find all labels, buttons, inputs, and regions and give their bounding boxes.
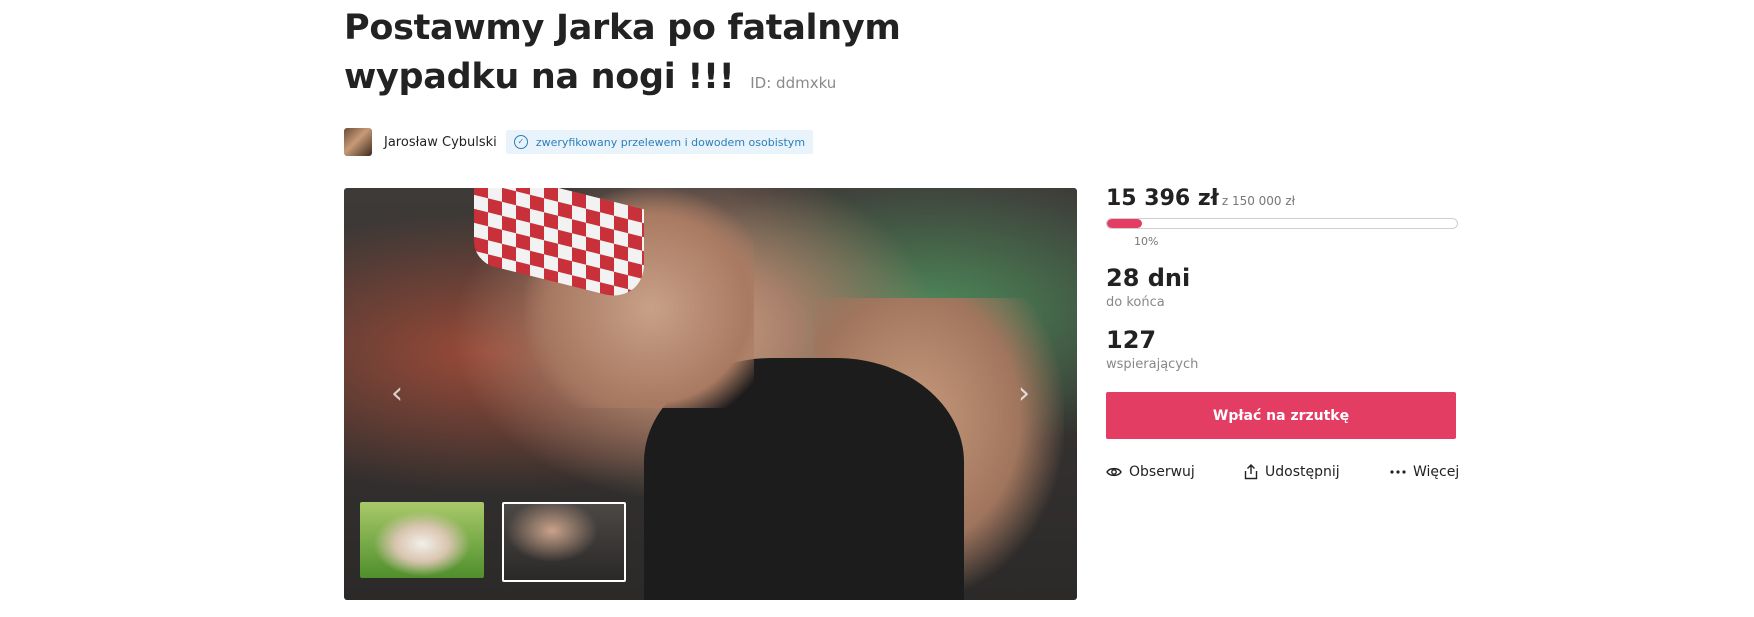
action-row: Obserwuj Udostępnij Więcej [1106,464,1459,488]
amount-row: 15 396 zł z 150 000 zł [1106,186,1295,211]
more-button[interactable]: Więcej [1390,464,1459,480]
follow-label: Obserwuj [1129,464,1195,480]
more-label: Więcej [1413,464,1460,480]
verified-badge: ✓ zweryfikowany przelewem i dowodem osob… [505,130,814,154]
verified-label: zweryfikowany przelewem i dowodem osobis… [535,135,806,149]
progress-percent: 10% [1134,235,1159,248]
gallery-thumbnail-2[interactable] [502,502,626,582]
supporters-value: 127 [1106,326,1157,354]
share-button[interactable]: Udostępnij [1244,464,1340,480]
gallery-thumbnail-1[interactable] [360,502,484,578]
follow-button[interactable]: Obserwuj [1106,464,1195,480]
check-circle-icon: ✓ [513,135,528,149]
author-row: Jarosław Cybulski ✓ zweryfikowany przele… [344,128,814,156]
donate-button[interactable]: Wpłać na zrzutkę [1106,392,1456,439]
progress-bar [1106,218,1458,229]
chevron-right-icon[interactable]: › [1006,376,1042,412]
campaign-id: ID: ddmxku [750,74,837,92]
eye-icon [1106,467,1122,477]
days-left-value: 28 dni [1106,264,1191,292]
amount-goal: z 150 000 zł [1221,194,1296,208]
share-label: Udostępnij [1265,464,1340,480]
author-name[interactable]: Jarosław Cybulski [384,135,497,150]
author-avatar[interactable] [344,128,372,156]
progress-fill [1107,219,1142,228]
ellipsis-icon [1390,470,1406,474]
share-icon [1244,464,1258,480]
chevron-left-icon[interactable]: ‹ [379,376,415,412]
campaign-title: Postawmy Jarka po fatalnym wypadku na no… [344,4,1084,108]
supporters-label: wspierających [1106,357,1199,372]
photo-gallery[interactable]: ‹ › [344,188,1077,600]
days-left-label: do końca [1106,295,1165,310]
amount-raised: 15 396 zł [1106,186,1219,211]
